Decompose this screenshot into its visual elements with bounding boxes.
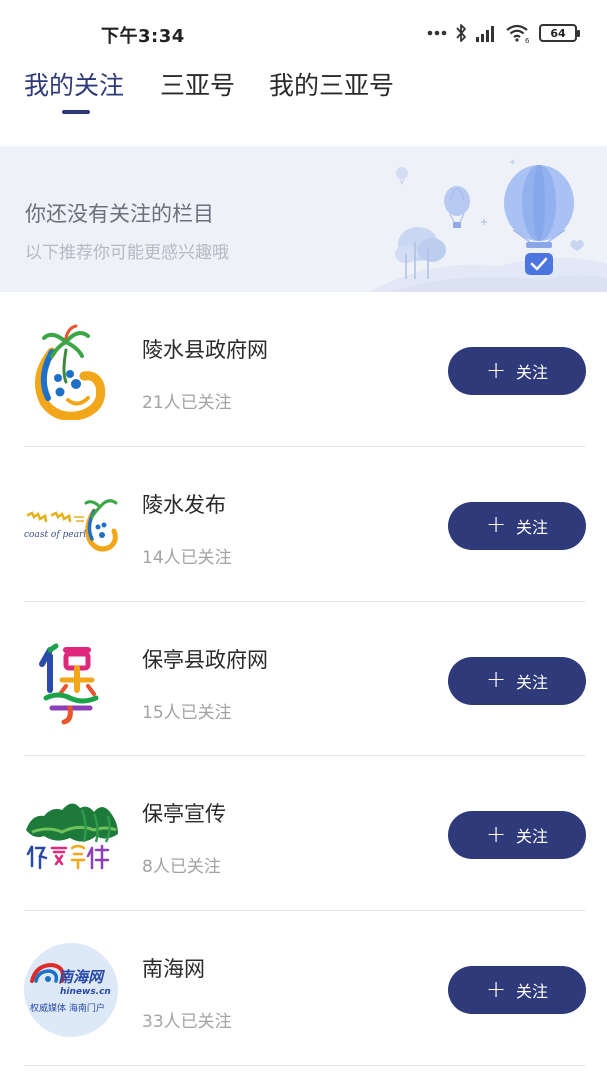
list-item[interactable]: coast of pearl 陵水发布 14人已关注 + 关注 bbox=[0, 447, 607, 602]
plus-icon: + bbox=[485, 355, 507, 384]
banner-title: 你还没有关注的栏目 bbox=[25, 202, 214, 226]
status-time: 下午3:34 bbox=[101, 26, 185, 47]
follow-button[interactable]: + 关注 bbox=[448, 966, 586, 1015]
item-name: 陵水县政府网 bbox=[142, 338, 268, 362]
follow-label: 关注 bbox=[516, 982, 549, 1002]
list-item[interactable]: 保亭宣传 8人已关注 + 关注 bbox=[0, 756, 607, 912]
logo-slogan: 权威媒体 海南门户 bbox=[30, 1002, 105, 1014]
logo-slogan: coast of pearl bbox=[24, 530, 86, 540]
follow-button[interactable]: + 关注 bbox=[448, 501, 586, 550]
follow-label: 关注 bbox=[516, 363, 549, 382]
plus-icon: + bbox=[485, 665, 507, 694]
plus-icon: + bbox=[485, 819, 507, 848]
follower-count: 21人已关注 bbox=[142, 393, 232, 413]
baoting-gov-logo bbox=[39, 643, 99, 725]
tab-sanya-hao[interactable]: 三亚号 bbox=[160, 66, 235, 102]
empty-follow-banner: 你还没有关注的栏目 以下推荐你可能更感兴趣哦 bbox=[0, 146, 607, 292]
lingshui-release-logo: coast of pearl bbox=[24, 499, 118, 552]
svg-text:6: 6 bbox=[525, 37, 530, 43]
plus-icon: + bbox=[485, 974, 507, 1003]
wifi-icon: 6 bbox=[505, 23, 531, 43]
active-tab-indicator bbox=[62, 110, 90, 114]
item-name: 陵水发布 bbox=[142, 492, 226, 517]
tab-my-follows[interactable]: 我的关注 bbox=[24, 66, 124, 102]
item-name: 南海网 bbox=[142, 957, 205, 982]
signal-icon bbox=[475, 24, 497, 42]
follow-label: 关注 bbox=[516, 827, 549, 847]
hot-air-balloon-illustration bbox=[370, 159, 607, 292]
follow-label: 关注 bbox=[516, 672, 549, 692]
follow-button[interactable]: + 关注 bbox=[448, 811, 586, 860]
follower-count: 14人已关注 bbox=[142, 547, 232, 568]
logo-brand: 南海网 bbox=[58, 968, 106, 986]
more-dots-icon bbox=[427, 30, 447, 36]
follow-button[interactable]: + 关注 bbox=[448, 347, 586, 395]
banner-subtitle: 以下推荐你可能更感兴趣哦 bbox=[25, 243, 229, 263]
tab-bar: 我的关注 三亚号 我的三亚号 bbox=[0, 60, 607, 146]
follower-count: 8人已关注 bbox=[142, 857, 221, 878]
item-name: 保亭宣传 bbox=[142, 802, 226, 827]
follow-button[interactable]: + 关注 bbox=[448, 656, 586, 705]
hinews-logo: 南海网 hinews.cn 权威媒体 海南门户 bbox=[24, 943, 118, 1038]
list-item[interactable]: 陵水县政府网 21人已关注 + 关注 bbox=[0, 292, 607, 447]
follower-count: 15人已关注 bbox=[142, 702, 232, 723]
lingshui-gov-logo bbox=[35, 324, 106, 420]
divider bbox=[24, 1064, 586, 1066]
bluetooth-icon bbox=[455, 23, 467, 43]
logo-domain: hinews.cn bbox=[60, 987, 111, 997]
list-item[interactable]: 南海网 hinews.cn 权威媒体 海南门户 南海网 33人已关注 + 关注 bbox=[0, 911, 607, 1066]
baoting-publicity-logo bbox=[26, 803, 118, 870]
list-item[interactable]: 保亭县政府网 15人已关注 + 关注 bbox=[0, 602, 607, 757]
item-name: 保亭县政府网 bbox=[142, 647, 268, 672]
tab-my-sanya-hao[interactable]: 我的三亚号 bbox=[269, 66, 394, 102]
status-bar: 下午3:34 6 64 bbox=[0, 0, 607, 58]
recommend-list: 陵水县政府网 21人已关注 + 关注 coast of pearl 陵水发布 1… bbox=[0, 292, 607, 1066]
battery-icon: 64 bbox=[539, 24, 580, 42]
plus-icon: + bbox=[485, 510, 507, 539]
follow-label: 关注 bbox=[516, 517, 549, 537]
status-icons: 6 64 bbox=[427, 22, 580, 44]
follower-count: 33人已关注 bbox=[142, 1012, 232, 1033]
